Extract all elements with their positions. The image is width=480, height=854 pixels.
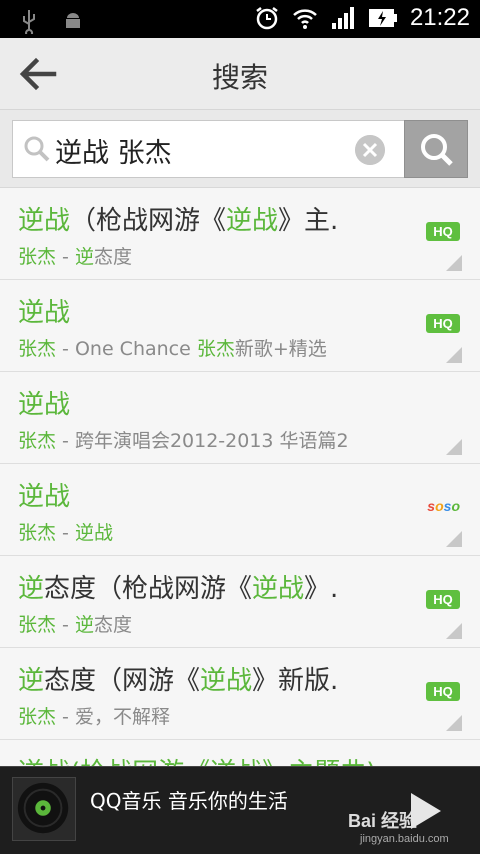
list-item[interactable]: 逆战 张杰 - 跨年演唱会2012-2013 华语篇2 — [0, 372, 480, 464]
player-text: QQ音乐 音乐你的生活 — [90, 789, 288, 813]
more-corner-icon[interactable] — [446, 531, 462, 547]
mini-player[interactable]: QQ音乐 音乐你的生活 Bai 经验 jingyan.baidu.com — [0, 766, 480, 854]
signal-icon — [331, 7, 354, 29]
song-title: 逆态度（网游《逆战》新版. — [18, 666, 339, 696]
clear-icon[interactable] — [355, 135, 385, 165]
hq-badge: HQ — [426, 682, 460, 701]
more-corner-icon[interactable] — [446, 255, 462, 271]
list-item[interactable]: 逆态度（网游《逆战》新版. 张杰 - 爱，不解释 HQ — [0, 648, 480, 740]
watermark-url: jingyan.baidu.com — [360, 833, 449, 845]
battery-charging-icon — [368, 9, 397, 27]
more-corner-icon[interactable] — [446, 347, 462, 363]
song-subtitle: 张杰 - 逆态度 — [18, 246, 132, 268]
list-item[interactable]: 逆战(枪战网游《逆战》主题曲) — [0, 740, 480, 766]
more-corner-icon[interactable] — [446, 715, 462, 731]
song-title: 逆态度（枪战网游《逆战》. — [18, 574, 339, 604]
list-item[interactable]: 逆战 张杰 - One Chance 张杰新歌+精选 HQ — [0, 280, 480, 372]
page-title: 搜索 — [211, 61, 268, 94]
more-corner-icon[interactable] — [446, 623, 462, 639]
list-item[interactable]: 逆态度（枪战网游《逆战》. 张杰 - 逆态度 HQ — [0, 556, 480, 648]
status-time: 21:22 — [409, 4, 470, 31]
song-title: 逆战(枪战网游《逆战》主题曲) — [18, 752, 376, 766]
song-subtitle: 张杰 - 逆态度 — [18, 614, 132, 636]
search-icon — [24, 136, 50, 162]
alarm-icon — [256, 7, 278, 30]
hq-badge: HQ — [426, 222, 460, 241]
hq-badge: HQ — [426, 590, 460, 609]
search-box[interactable] — [12, 120, 406, 178]
usb-icon — [23, 10, 35, 34]
wifi-icon — [293, 9, 317, 29]
list-item[interactable]: 逆战 张杰 - 逆战 soso — [0, 464, 480, 556]
play-icon[interactable] — [405, 789, 445, 833]
song-title: 逆战 — [18, 390, 71, 420]
search-input[interactable] — [55, 131, 355, 169]
result-list: 逆战（枪战网游《逆战》主. 张杰 - 逆态度 HQ 逆战 张杰 - One Ch… — [0, 188, 480, 766]
song-title: 逆战（枪战网游《逆战》主. — [18, 206, 339, 236]
list-item[interactable]: 逆战（枪战网游《逆战》主. 张杰 - 逆态度 HQ — [0, 188, 480, 280]
search-icon — [421, 134, 453, 166]
more-corner-icon[interactable] — [446, 439, 462, 455]
song-subtitle: 张杰 - One Chance 张杰新歌+精选 — [18, 338, 327, 360]
song-subtitle: 张杰 - 爱，不解释 — [18, 706, 170, 728]
status-bar: 21:22 — [0, 0, 480, 38]
search-bar — [0, 110, 480, 188]
android-debug-icon — [66, 13, 80, 28]
soso-badge: soso — [427, 498, 460, 514]
song-title: 逆战 — [18, 298, 71, 328]
song-title: 逆战 — [18, 482, 71, 512]
title-bar: 搜索 — [0, 38, 480, 110]
search-button[interactable] — [404, 120, 468, 178]
song-subtitle: 张杰 - 跨年演唱会2012-2013 华语篇2 — [18, 430, 349, 452]
hq-badge: HQ — [426, 314, 460, 333]
song-subtitle: 张杰 - 逆战 — [18, 522, 113, 544]
album-art[interactable] — [12, 777, 76, 841]
vinyl-disc-icon — [17, 782, 69, 834]
